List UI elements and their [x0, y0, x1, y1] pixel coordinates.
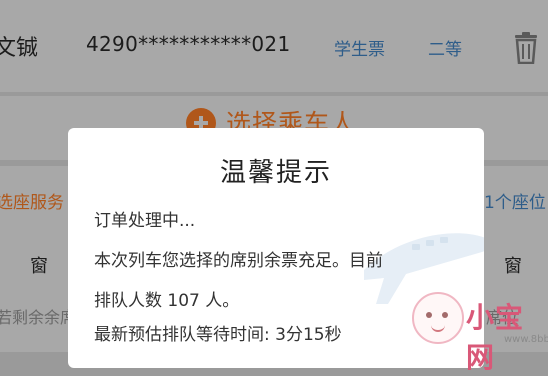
passenger-name: 文铖 [0, 36, 39, 61]
remaining-seat-hint: 若剩余余席 [0, 308, 77, 327]
seat-service-label: 选座服务 [0, 193, 64, 213]
dialog-availability-line: 本次列车您选择的席别余票充足。目前 [94, 251, 383, 271]
window-seat-right[interactable]: 窗 [504, 252, 522, 278]
trash-icon[interactable] [512, 32, 540, 64]
watermark-url: www.8bb.com [504, 334, 548, 345]
baby-face-icon [412, 292, 464, 344]
seat-count-label: 1个座位 [484, 193, 546, 213]
watermark-logo: 小宝网 www.8bb.com [412, 292, 548, 374]
dialog-queue-line: 排队人数 107 人。 [94, 291, 240, 311]
passenger-id-number: 4290***********021 [86, 32, 291, 56]
dialog-wait-time-line: 最新预估排队等待时间: 3分15秒 [94, 325, 342, 345]
seat-class-link[interactable]: 二等 [428, 35, 462, 60]
dialog-status-line: 订单处理中... [94, 211, 196, 231]
ticket-type-link[interactable]: 学生票 [334, 35, 385, 60]
dialog-title: 温馨提示 [219, 158, 332, 188]
passenger-row: 文铖 4290***********021 学生票 二等 [0, 0, 548, 92]
window-seat-left[interactable]: 窗 [30, 252, 48, 278]
